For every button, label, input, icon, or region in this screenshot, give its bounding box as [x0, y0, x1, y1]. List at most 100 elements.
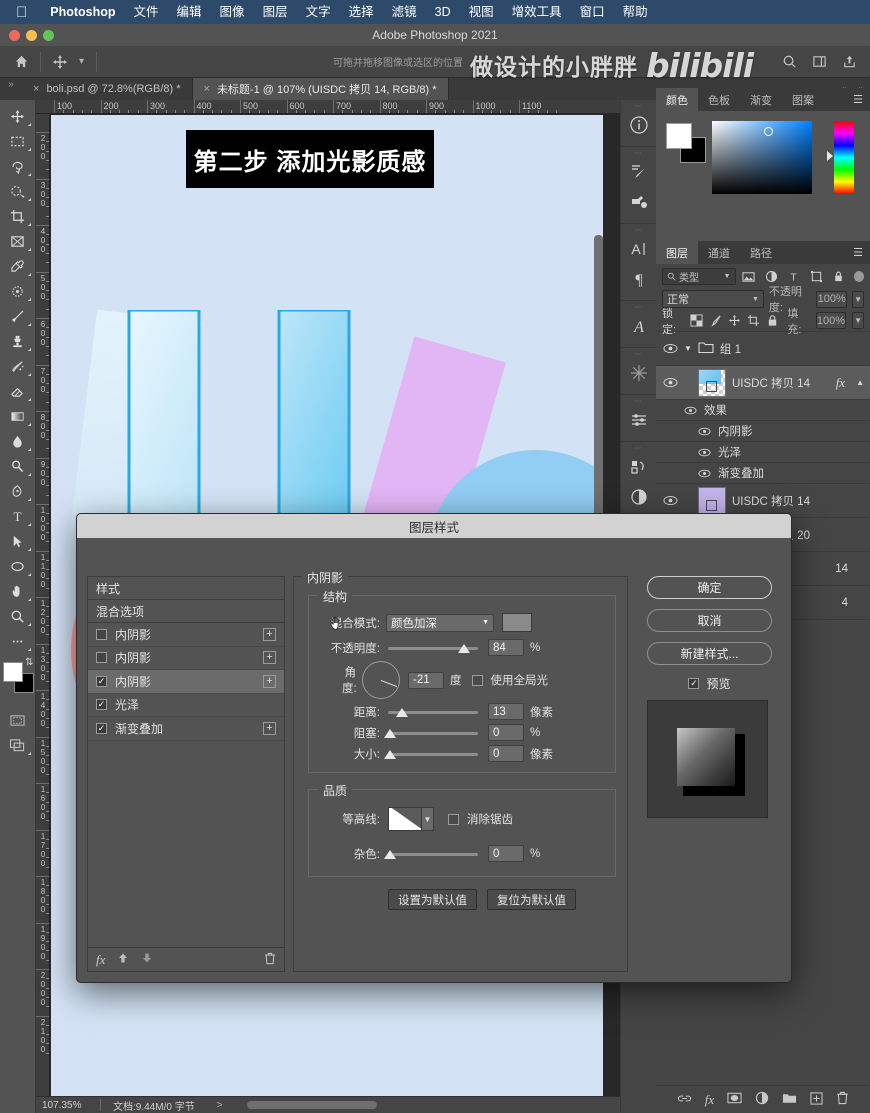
pen-tool[interactable]	[3, 479, 33, 504]
fx-icon[interactable]: fx	[96, 952, 105, 968]
layer-style-dialog[interactable]: 图层样式 样式 混合选项 内阴影 + 内阴影 + ✓ 内阴影 + ✓ 光泽 ✓ …	[76, 513, 792, 983]
chevron-up-icon[interactable]: ▲	[856, 378, 864, 387]
shadow-color-swatch[interactable]	[502, 613, 532, 632]
blend-mode-select[interactable]: 颜色加深 ▼	[386, 613, 494, 632]
history-brush-tool[interactable]	[3, 354, 33, 379]
foreground-color-swatch[interactable]	[2, 662, 23, 682]
fx-icon[interactable]: fx	[836, 375, 845, 391]
visibility-icon[interactable]	[662, 343, 678, 354]
character-icon[interactable]: A	[624, 234, 654, 264]
move-down-icon[interactable]	[141, 952, 153, 967]
type-tool[interactable]: T	[3, 504, 33, 529]
filter-pixel-icon[interactable]	[739, 267, 759, 286]
tab-paths[interactable]: 路径	[740, 241, 782, 264]
color-field-marker[interactable]	[764, 127, 773, 136]
swap-colors-icon[interactable]: ⇅	[25, 657, 33, 668]
menu-item-type[interactable]: 文字	[297, 0, 340, 24]
paragraph-icon[interactable]: ¶	[624, 264, 654, 294]
fill-value[interactable]: 100%	[815, 312, 847, 329]
menu-item-view[interactable]: 视图	[460, 0, 503, 24]
style-item-gradient-overlay[interactable]: ✓ 渐变叠加 +	[88, 717, 284, 741]
panel-menu-icon[interactable]: ☰	[846, 88, 870, 111]
tab-boli-psd[interactable]: × boli.psd @ 72.8%(RGB/8) *	[22, 78, 193, 100]
quick-select-tool[interactable]	[3, 179, 33, 204]
marquee-tool[interactable]	[3, 129, 33, 154]
visibility-icon[interactable]	[696, 448, 712, 457]
reset-default-button[interactable]: 复位为默认值	[487, 889, 576, 910]
slider-knob[interactable]	[396, 707, 408, 717]
actions-icon[interactable]	[624, 358, 654, 388]
brush-tool[interactable]	[3, 304, 33, 329]
close-icon[interactable]: ×	[33, 83, 39, 95]
fill-chevron-icon[interactable]: ▼	[852, 312, 864, 329]
contour-preview[interactable]	[388, 807, 422, 831]
add-effect-icon[interactable]: +	[263, 627, 276, 641]
apple-menu-icon[interactable]: 	[16, 5, 27, 20]
filter-toggle[interactable]	[853, 270, 864, 282]
workspace-icon[interactable]	[806, 50, 832, 74]
global-light-checkbox[interactable]	[471, 674, 483, 686]
hand-tool[interactable]	[3, 579, 33, 604]
chevron-down-icon[interactable]: ▾	[73, 56, 90, 67]
move-tool-icon[interactable]	[47, 50, 73, 74]
adjustments-icon[interactable]	[624, 405, 654, 435]
slider-knob[interactable]	[384, 728, 396, 738]
menu-item-edit[interactable]: 编辑	[168, 0, 211, 24]
style-item-inner-shadow-3[interactable]: ✓ 内阴影 +	[88, 670, 284, 694]
panel-menu-icon[interactable]: ☰	[846, 241, 870, 264]
lock-artboard-icon[interactable]	[747, 314, 760, 327]
opacity-chevron-icon[interactable]: ▼	[852, 290, 864, 308]
chevron-down-icon[interactable]: ▼	[752, 296, 759, 303]
brush-settings-icon[interactable]	[624, 157, 654, 187]
menu-item-file[interactable]: 文件	[125, 0, 168, 24]
angle-dial[interactable]	[362, 661, 400, 699]
menu-item-layer[interactable]: 图层	[254, 0, 297, 24]
menu-item-3d[interactable]: 3D	[426, 0, 460, 24]
healing-brush-tool[interactable]	[3, 279, 33, 304]
dodge-tool[interactable]	[3, 454, 33, 479]
slider-knob[interactable]	[384, 749, 396, 759]
tab-gradients[interactable]: 渐变	[740, 88, 782, 111]
opacity-slider[interactable]	[388, 642, 478, 654]
cancel-button[interactable]: 取消	[647, 609, 772, 632]
layer-filter-select[interactable]: 类型 ▼	[662, 267, 736, 285]
search-icon[interactable]	[776, 50, 802, 74]
distance-input[interactable]: 13	[488, 703, 524, 720]
home-icon[interactable]	[8, 50, 34, 74]
drag-handle[interactable]: ⋯	[635, 103, 643, 110]
drag-handle[interactable]: ⋯	[635, 351, 643, 358]
drag-handle[interactable]: ⋯	[635, 227, 643, 234]
visibility-icon[interactable]	[662, 377, 678, 388]
layer-row-group[interactable]: ▼ 组 1	[656, 332, 870, 366]
horizontal-ruler[interactable]: 100 200 300 400 500 600 700 800 900 1000 1100	[36, 100, 620, 114]
color-panel-swatches[interactable]	[666, 123, 706, 163]
history-icon[interactable]	[624, 452, 654, 482]
chevron-down-icon[interactable]: ▼	[724, 273, 731, 280]
add-effect-icon[interactable]: +	[263, 674, 276, 688]
effect-row-inner-shadow[interactable]: 内阴影	[656, 421, 870, 442]
add-effect-icon[interactable]: +	[263, 651, 276, 665]
quick-mask-tool[interactable]	[3, 708, 33, 733]
size-slider[interactable]	[384, 748, 478, 760]
hue-slider[interactable]	[834, 121, 854, 194]
info-icon[interactable]	[624, 110, 654, 140]
chevron-down-icon[interactable]: ▼	[684, 344, 692, 353]
fx-icon[interactable]: fx	[705, 1092, 714, 1108]
effect-row-satin[interactable]: 光泽	[656, 442, 870, 463]
distance-slider[interactable]	[388, 706, 478, 718]
share-icon[interactable]	[836, 50, 862, 74]
move-up-icon[interactable]	[117, 952, 129, 967]
layer-thumbnail[interactable]	[698, 368, 726, 397]
chevron-down-icon[interactable]: ▼	[482, 619, 489, 626]
drag-handle[interactable]: ⋯	[635, 398, 643, 405]
ok-button[interactable]: 确定	[647, 576, 772, 599]
menu-item-photoshop[interactable]: Photoshop	[41, 0, 124, 24]
new-style-button[interactable]: 新建样式...	[647, 642, 772, 665]
tab-grip-icon[interactable]: »	[0, 78, 22, 100]
menu-item-window[interactable]: 窗口	[571, 0, 614, 24]
canvas-scrollbar-horizontal[interactable]	[246, 1101, 377, 1109]
filter-smart-icon[interactable]	[829, 267, 849, 286]
antialias-checkbox[interactable]	[448, 813, 459, 825]
drag-handle[interactable]: ⋯	[635, 150, 643, 157]
blending-options-item[interactable]: 混合选项	[88, 600, 284, 623]
